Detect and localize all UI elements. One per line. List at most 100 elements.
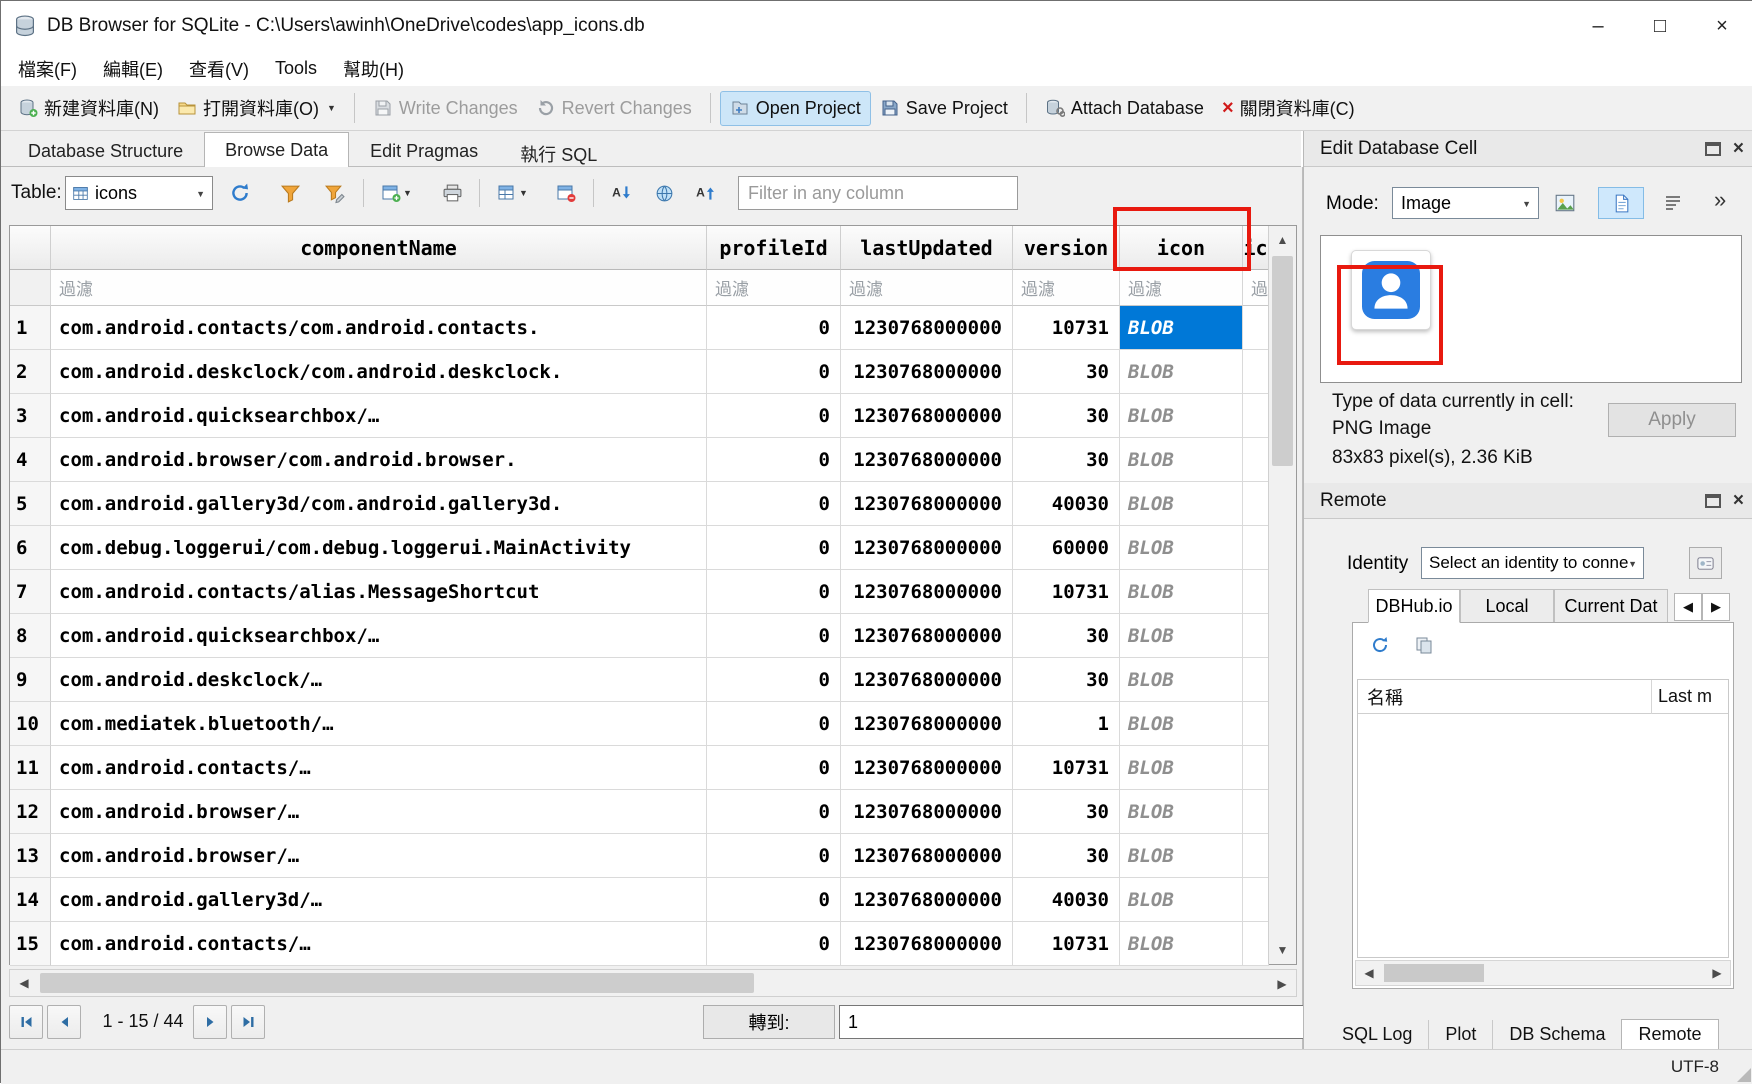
cell-componentName[interactable]: com.android.deskclock/com.android.deskcl…	[51, 350, 707, 394]
cell-version[interactable]: 60000	[1013, 526, 1120, 570]
cell-lastUpdated[interactable]: 1230768000000	[841, 482, 1013, 526]
row-number[interactable]: 7	[10, 570, 51, 614]
close-panel-icon[interactable]: ×	[1733, 490, 1744, 512]
next-record-button[interactable]	[193, 1005, 227, 1039]
cell-partial[interactable]	[1243, 438, 1269, 482]
cell-partial[interactable]	[1243, 570, 1269, 614]
cell-componentName[interactable]: com.debug.loggerui/com.debug.loggerui.Ma…	[51, 526, 707, 570]
menu-file[interactable]: 檔案(F)	[5, 52, 90, 86]
dock-tab-sql-log[interactable]: SQL Log	[1326, 1020, 1428, 1049]
row-number[interactable]: 12	[10, 790, 51, 834]
cell-partial[interactable]	[1243, 306, 1269, 350]
cell-profileId[interactable]: 0	[707, 306, 841, 350]
cell-icon[interactable]: BLOB	[1120, 878, 1243, 922]
remote-clone-button[interactable]	[1409, 631, 1439, 659]
row-number[interactable]: 3	[10, 394, 51, 438]
encoding-indicator[interactable]: UTF-8	[1671, 1057, 1719, 1077]
cell-version[interactable]: 30	[1013, 350, 1120, 394]
cell-version[interactable]: 1	[1013, 702, 1120, 746]
column-header-componentName[interactable]: componentName	[51, 226, 707, 270]
cell-lastUpdated[interactable]: 1230768000000	[841, 614, 1013, 658]
apply-button[interactable]: Apply	[1608, 403, 1736, 437]
remote-scrollbar-thumb[interactable]	[1384, 964, 1484, 982]
cell-lastUpdated[interactable]: 1230768000000	[841, 438, 1013, 482]
cell-componentName[interactable]: com.android.gallery3d/…	[51, 878, 707, 922]
cell-profileId[interactable]: 0	[707, 658, 841, 702]
filter-any-column-input[interactable]	[738, 176, 1018, 210]
cell-componentName[interactable]: com.android.quicksearchbox/…	[51, 394, 707, 438]
horizontal-scrollbar-thumb[interactable]	[40, 973, 754, 993]
cell-icon[interactable]: BLOB	[1120, 834, 1243, 878]
row-number[interactable]: 6	[10, 526, 51, 570]
float-panel-icon[interactable]	[1705, 142, 1721, 156]
column-header-version[interactable]: version	[1013, 226, 1120, 270]
cell-lastUpdated[interactable]: 1230768000000	[841, 526, 1013, 570]
remote-list-header-last-modified[interactable]: Last m	[1652, 686, 1712, 707]
close-button[interactable]: ×	[1691, 1, 1752, 51]
row-number[interactable]: 10	[10, 702, 51, 746]
identity-select[interactable]: Select an identity to conne ▼	[1421, 547, 1644, 579]
cell-componentName[interactable]: com.android.browser/…	[51, 834, 707, 878]
cell-version[interactable]: 30	[1013, 394, 1120, 438]
vertical-scrollbar-thumb[interactable]	[1272, 256, 1293, 466]
attach-database-button[interactable]: Attach Database	[1036, 92, 1213, 125]
open-database-dropdown-icon[interactable]: ▼	[327, 103, 336, 113]
open-database-button[interactable]: 打開資料庫(O) ▼	[168, 89, 345, 127]
tab-scroll-right-icon[interactable]: ▶	[1702, 593, 1730, 621]
cell-lastUpdated[interactable]: 1230768000000	[841, 834, 1013, 878]
row-number[interactable]: 4	[10, 438, 51, 482]
filter-lastUpdated[interactable]: 過濾	[841, 270, 1013, 306]
cell-partial[interactable]	[1243, 350, 1269, 394]
cell-partial[interactable]	[1243, 482, 1269, 526]
column-header-profileId[interactable]: profileId	[707, 226, 841, 270]
cell-componentName[interactable]: com.android.browser/com.android.browser.	[51, 438, 707, 482]
cell-profileId[interactable]: 0	[707, 702, 841, 746]
dock-tab-db-schema[interactable]: DB Schema	[1492, 1020, 1621, 1049]
remote-scroll-right-icon[interactable]: ▶	[1704, 961, 1730, 985]
menu-tools[interactable]: Tools	[262, 54, 330, 83]
row-number[interactable]: 1	[10, 306, 51, 350]
column-header-icon[interactable]: icon	[1120, 226, 1243, 270]
column-header-lastUpdated[interactable]: lastUpdated	[841, 226, 1013, 270]
cell-icon[interactable]: BLOB	[1120, 526, 1243, 570]
scroll-right-icon[interactable]: ▶	[1268, 970, 1296, 998]
cell-version[interactable]: 30	[1013, 614, 1120, 658]
cell-partial[interactable]	[1243, 702, 1269, 746]
new-database-button[interactable]: 新建資料庫(N)	[9, 89, 168, 127]
goto-button[interactable]: 轉到:	[703, 1005, 835, 1039]
cell-lastUpdated[interactable]: 1230768000000	[841, 702, 1013, 746]
filter-partial[interactable]: 過濾	[1243, 270, 1269, 306]
cell-icon[interactable]: BLOB	[1120, 350, 1243, 394]
cell-profileId[interactable]: 0	[707, 790, 841, 834]
cell-componentName[interactable]: com.android.quicksearchbox/…	[51, 614, 707, 658]
cell-profileId[interactable]: 0	[707, 570, 841, 614]
cell-componentName[interactable]: com.mediatek.bluetooth/…	[51, 702, 707, 746]
open-project-button[interactable]: Open Project	[720, 91, 871, 126]
table-selector[interactable]: icons ▼	[65, 176, 213, 210]
cell-componentName[interactable]: com.android.contacts/…	[51, 922, 707, 966]
cell-icon[interactable]: BLOB	[1120, 306, 1243, 350]
row-number[interactable]: 11	[10, 746, 51, 790]
float-panel-icon[interactable]	[1705, 494, 1721, 508]
cell-icon[interactable]: BLOB	[1120, 570, 1243, 614]
cell-profileId[interactable]: 0	[707, 350, 841, 394]
cell-profileId[interactable]: 0	[707, 482, 841, 526]
cell-partial[interactable]	[1243, 878, 1269, 922]
cell-version[interactable]: 30	[1013, 790, 1120, 834]
cell-partial[interactable]	[1243, 394, 1269, 438]
cell-profileId[interactable]: 0	[707, 526, 841, 570]
cell-partial[interactable]	[1243, 790, 1269, 834]
row-number[interactable]: 13	[10, 834, 51, 878]
last-record-button[interactable]	[231, 1005, 265, 1039]
cell-lastUpdated[interactable]: 1230768000000	[841, 394, 1013, 438]
menu-edit[interactable]: 編輯(E)	[90, 52, 176, 86]
tab-edit-pragmas[interactable]: Edit Pragmas	[349, 133, 499, 166]
cell-lastUpdated[interactable]: 1230768000000	[841, 746, 1013, 790]
cell-profileId[interactable]: 0	[707, 746, 841, 790]
column-header-partial[interactable]: ic	[1243, 226, 1269, 270]
cell-icon[interactable]: BLOB	[1120, 746, 1243, 790]
remote-refresh-button[interactable]	[1365, 631, 1395, 659]
cell-version[interactable]: 10731	[1013, 746, 1120, 790]
cell-componentName[interactable]: com.android.browser/…	[51, 790, 707, 834]
cell-partial[interactable]	[1243, 746, 1269, 790]
